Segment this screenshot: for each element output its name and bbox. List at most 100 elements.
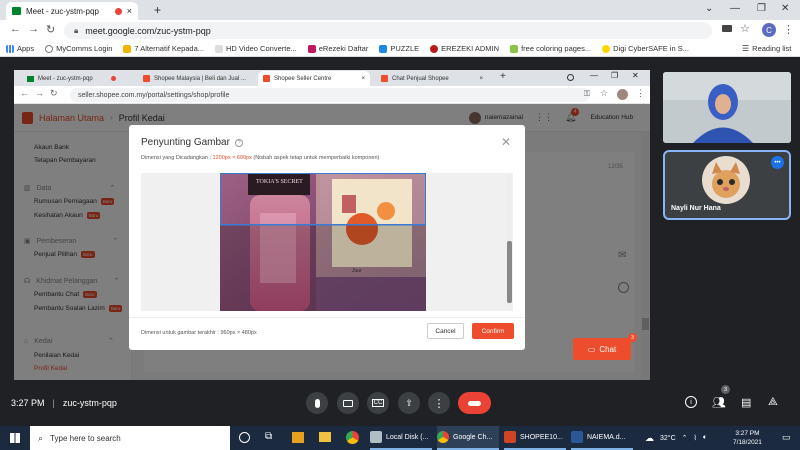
menu-icon[interactable]: ⋮ xyxy=(783,23,794,36)
modal-scroll-thumb[interactable] xyxy=(507,241,512,303)
cancel-button[interactable]: Cancel xyxy=(427,323,464,339)
key-icon[interactable]: ⚿ xyxy=(584,89,590,99)
notifications-icon[interactable]: ▭ xyxy=(782,432,791,443)
url-field[interactable]: 🔒︎ meet.google.com/zuc-ystm-pqp xyxy=(64,22,712,39)
bookmark-apps[interactable]: Apps xyxy=(6,44,34,53)
close-window-icon[interactable]: ✕ xyxy=(632,71,639,80)
shared-tab-shopee-mall[interactable]: Shopee Malaysia | Beli dan Jual ... xyxy=(138,71,252,86)
back-icon[interactable]: ← xyxy=(10,23,21,35)
forward-icon[interactable]: → xyxy=(28,23,39,35)
image-editor-modal: Penyunting Gambar ? ✕ Dimensi yang Dicad… xyxy=(129,125,525,350)
cortana-icon[interactable] xyxy=(239,432,250,443)
chat-button[interactable]: ▭ Chat xyxy=(573,338,631,360)
reading-list[interactable]: ☰ Reading list xyxy=(742,44,791,53)
star-icon[interactable]: ☆ xyxy=(740,22,750,35)
modal-scrollbar[interactable] xyxy=(507,173,512,311)
activities-icon[interactable]: ⟁ xyxy=(768,396,778,409)
modal-title-text: Penyunting Gambar xyxy=(141,137,230,148)
speaking-indicator-icon: ••• xyxy=(771,156,784,169)
bookmark-digi[interactable]: Digi CyberSAFE in S... xyxy=(602,44,689,53)
network-icon[interactable]: ⌇ xyxy=(694,434,697,442)
taskbar-app-label: Google Ch... xyxy=(453,433,493,441)
menu-icon[interactable]: ⋮ xyxy=(636,88,645,99)
taskbar-clock[interactable]: 3:27 PM 7/18/2021 xyxy=(733,429,762,447)
reading-list-icon: ☰ xyxy=(742,44,750,53)
weather-cloud-icon[interactable]: ☁ xyxy=(645,433,654,444)
profile-initial: C xyxy=(766,25,772,35)
store-icon[interactable] xyxy=(292,432,304,443)
file-explorer-icon[interactable] xyxy=(319,432,331,442)
close-icon[interactable]: ✕ xyxy=(501,135,511,149)
meeting-time: 3:27 PM xyxy=(11,398,45,408)
taskbar-app-local-disk[interactable]: Local Disk (... xyxy=(370,426,432,450)
info-icon[interactable]: i xyxy=(685,396,697,408)
tab-search-icon[interactable]: ⌄ xyxy=(705,3,713,14)
people-icon[interactable]: 👥︎ xyxy=(712,396,726,409)
close-window-icon[interactable]: ✕ xyxy=(781,3,789,14)
shared-tab-meet[interactable]: Meet - zuc-ystm-pqp xyxy=(22,71,130,86)
star-icon[interactable]: ☆ xyxy=(600,88,608,99)
temperature[interactable]: 32°C xyxy=(660,435,676,442)
confirm-button[interactable]: Confirm xyxy=(472,323,514,339)
taskbar-app-label: Local Disk (... xyxy=(386,433,429,441)
taskbar-app-powerpoint[interactable]: SHOPEE10... xyxy=(504,426,566,450)
shopee-favicon-icon xyxy=(143,75,150,82)
more-options-button[interactable]: ⋮ xyxy=(428,392,450,414)
present-button[interactable]: ⇧ xyxy=(398,392,420,414)
chat-icon[interactable]: ▤ xyxy=(741,396,751,409)
bookmark-mycomms[interactable]: MyComms Login xyxy=(45,44,112,53)
reload-icon[interactable]: ↻ xyxy=(50,88,58,99)
bookmark-label: Apps xyxy=(17,44,35,53)
kitten-avatar-icon xyxy=(702,156,750,204)
product-photo[interactable]: TOKIA'S SECRET Juur xyxy=(220,173,426,311)
camera-icon[interactable] xyxy=(722,25,732,32)
crop-area[interactable]: TOKIA'S SECRET Juur xyxy=(141,173,513,311)
task-view-icon[interactable]: ⧉ xyxy=(265,431,272,442)
bookmark-hd-video[interactable]: HD Video Converte... xyxy=(215,44,297,53)
windows-start-icon[interactable] xyxy=(10,433,20,443)
bookmark-puzzle[interactable]: PUZZLE xyxy=(379,44,419,53)
maximize-icon[interactable]: ❐ xyxy=(757,3,766,14)
camera-button[interactable] xyxy=(337,392,359,414)
phone-hangup-icon xyxy=(468,400,481,406)
new-tab-button[interactable]: + xyxy=(500,71,506,82)
minimize-icon[interactable]: — xyxy=(730,3,740,14)
forward-icon[interactable]: → xyxy=(35,88,44,98)
taskbar-app-word[interactable]: NAIEMA.d... xyxy=(571,426,633,450)
captions-button[interactable]: CC xyxy=(367,392,389,414)
bookmark-erezeki-daftar[interactable]: eRezeki Daftar xyxy=(307,44,369,53)
new-tab-button[interactable]: + xyxy=(154,3,161,17)
minimize-icon[interactable]: — xyxy=(590,71,598,80)
shared-tab-seller-centre[interactable]: Shopee Seller Centre × xyxy=(258,71,370,86)
chrome-icon[interactable] xyxy=(346,431,359,444)
participant-tile-nayli[interactable]: ••• Nayli Nur Hana xyxy=(663,150,791,220)
tab-close-icon[interactable]: × xyxy=(479,76,483,82)
clock-date: 7/18/2021 xyxy=(733,439,762,446)
shared-tab-chat[interactable]: Chat Penjual Shopee × xyxy=(376,71,488,86)
lock-icon: 🔒︎ xyxy=(74,25,79,35)
bookmark-erezeki-admin[interactable]: EREZEKI ADMIN xyxy=(430,44,499,53)
tab-close-icon[interactable]: × xyxy=(361,76,365,82)
meet-tab[interactable]: Meet - zuc-ystm-pqp × xyxy=(6,2,138,20)
mic-button[interactable] xyxy=(306,392,328,414)
chevron-up-icon[interactable]: ⌃ xyxy=(682,434,688,442)
bookmark-coloring[interactable]: free coloring pages... xyxy=(510,44,591,53)
help-circle-icon[interactable]: ? xyxy=(234,138,243,147)
taskbar-app-chrome[interactable]: Google Ch... xyxy=(437,426,499,450)
back-icon[interactable]: ← xyxy=(20,88,29,98)
leave-call-button[interactable] xyxy=(458,392,491,414)
maximize-icon[interactable]: ❐ xyxy=(611,71,618,80)
participant-tile-video[interactable] xyxy=(663,72,791,143)
bookmark-label: eRezeki Daftar xyxy=(318,44,369,53)
shared-url-field[interactable]: seller.shopee.com.my/portal/settings/sho… xyxy=(70,88,590,102)
captions-icon: CC xyxy=(371,399,385,407)
profile-avatar[interactable]: C xyxy=(762,23,776,37)
shared-tab-bar: Meet - zuc-ystm-pqp Shopee Malaysia | Be… xyxy=(14,70,650,86)
bookmark-alternatif[interactable]: 7 Alternatif Kepada... xyxy=(123,44,204,53)
volume-icon[interactable]: 🔈︎ xyxy=(703,434,707,442)
tab-close-icon[interactable]: × xyxy=(127,6,132,16)
taskbar-search-box[interactable]: ⌕ Type here to search xyxy=(30,426,230,450)
reload-icon[interactable]: ↻ xyxy=(46,23,55,36)
profile-avatar[interactable] xyxy=(617,89,628,100)
meet-favicon-icon xyxy=(12,7,21,15)
